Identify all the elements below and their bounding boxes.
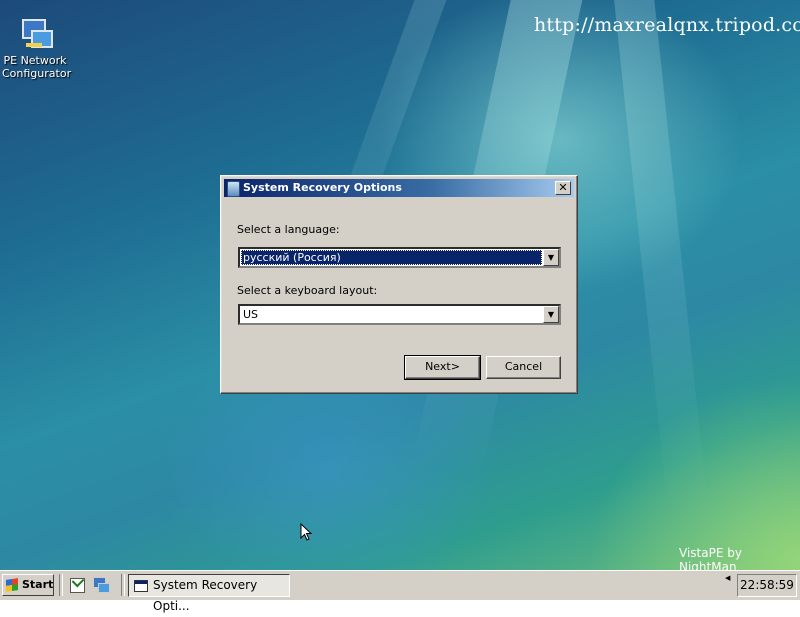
close-icon: ✕ [558, 181, 568, 194]
dialog-titlebar[interactable]: System Recovery Options ✕ [224, 179, 574, 197]
network-configurator-icon [18, 17, 53, 51]
keyboard-layout-select[interactable]: US ▼ [238, 304, 561, 325]
language-selected-value: русский (Россия) [241, 250, 542, 265]
language-select[interactable]: русский (Россия) ▼ [238, 247, 561, 268]
system-recovery-dialog: System Recovery Options ✕ Select a langu… [220, 175, 578, 394]
quicklaunch-network-icon[interactable] [91, 575, 111, 595]
desktop: http://maxrealqnx.tripod.com PE Network … [0, 0, 800, 570]
taskbar-button-label: System Recovery Opti... [153, 578, 258, 613]
taskbar-separator [121, 574, 125, 596]
taskbar-button-system-recovery[interactable]: System Recovery Opti... [128, 574, 290, 613]
start-button[interactable]: Start [2, 574, 54, 596]
tray-expand-icon[interactable]: ◀ [725, 574, 730, 582]
system-clock: 22:58:59 [737, 574, 797, 597]
taskbar: Start System Recovery Opti... ◀ 22:58:59 [0, 570, 800, 613]
windows-logo-icon [6, 578, 18, 592]
close-button[interactable]: ✕ [555, 181, 571, 195]
desktop-icon-pe-network-configurator[interactable]: PE Network Configurator [2, 17, 72, 80]
keyboard-selected-value: US [243, 308, 259, 321]
watermark-url: http://maxrealqnx.tripod.com [534, 14, 800, 36]
recovery-icon [227, 181, 240, 197]
dialog-title: System Recovery Options [243, 181, 402, 194]
desktop-icon-label: PE Network Configurator [2, 54, 72, 80]
start-label: Start [22, 578, 54, 591]
keyboard-layout-label: Select a keyboard layout: [237, 284, 378, 297]
chevron-down-icon[interactable]: ▼ [543, 306, 559, 323]
taskbar-separator [59, 574, 63, 596]
next-button[interactable]: Next> [404, 355, 481, 380]
chevron-down-icon[interactable]: ▼ [543, 249, 559, 266]
language-label: Select a language: [237, 223, 340, 236]
light-ray [610, 0, 709, 520]
brand-text: VistaPE by NightMan [679, 546, 742, 570]
cancel-button[interactable]: Cancel [486, 356, 561, 379]
window-icon [134, 580, 148, 592]
mouse-cursor-icon [300, 523, 313, 541]
quicklaunch-checklist-icon[interactable] [67, 574, 87, 595]
